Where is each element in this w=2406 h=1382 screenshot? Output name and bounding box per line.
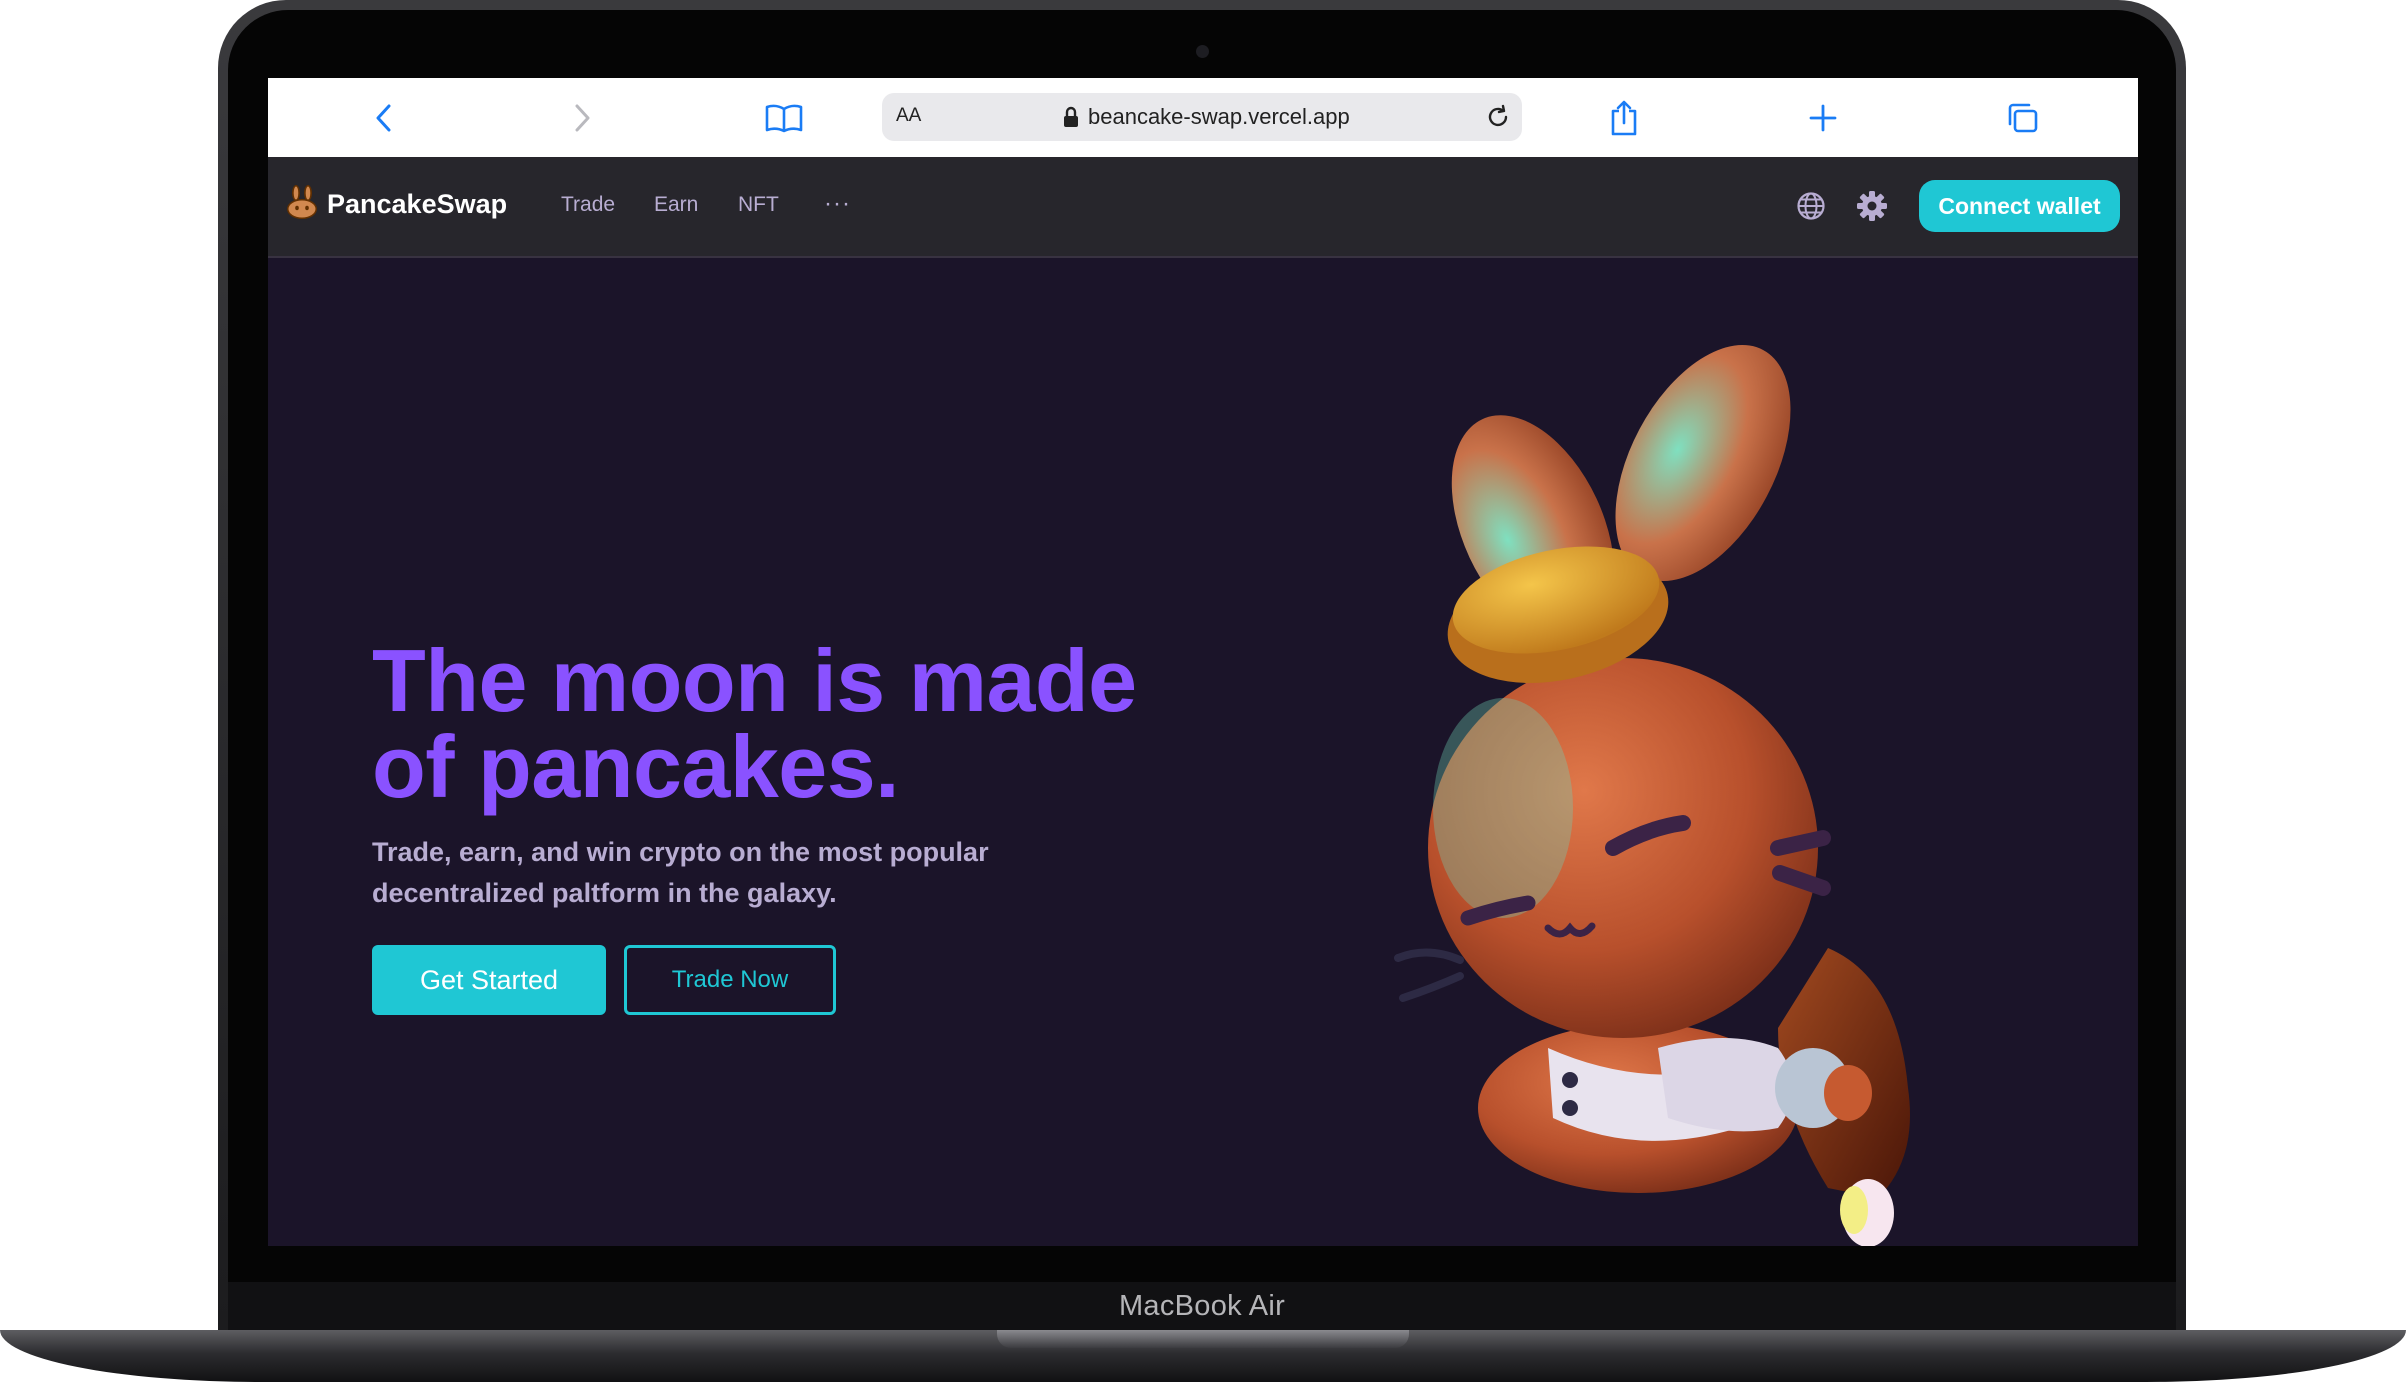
new-tab-icon[interactable] [1801, 97, 1845, 139]
nav-item-earn[interactable]: Earn [654, 193, 698, 217]
hero-title: The moon is made of pancakes. [372, 631, 1137, 816]
more-menu-button[interactable]: ··· [824, 190, 851, 218]
hero-subtitle: Trade, earn, and win crypto on the most … [372, 837, 989, 908]
share-icon[interactable] [1602, 97, 1646, 139]
reload-icon[interactable] [1484, 103, 1512, 136]
trade-now-button[interactable]: Trade Now [624, 945, 836, 1015]
settings-icon[interactable] [1856, 190, 1888, 227]
laptop-chin: MacBook Air [228, 1282, 2176, 1332]
get-started-button[interactable]: Get Started [372, 945, 606, 1015]
bunny-rocket-illustration [1394, 345, 1910, 1246]
nav-item-trade[interactable]: Trade [561, 193, 615, 217]
browser-toolbar: AA beancake-swap.vercel.app [268, 78, 2138, 157]
nav-item-nft[interactable]: NFT [738, 193, 779, 217]
globe-icon[interactable] [1796, 191, 1826, 226]
logo-text[interactable]: PancakeSwap [327, 189, 507, 220]
url-text[interactable]: beancake-swap.vercel.app [1088, 104, 1350, 130]
device-label: MacBook Air [1118, 1290, 1286, 1322]
lock-icon [1063, 106, 1079, 133]
bookmarks-icon[interactable] [762, 97, 806, 139]
camera-icon [1196, 45, 1209, 58]
screen: AA beancake-swap.vercel.app PancakeSwap … [268, 78, 2138, 1246]
site-nav: PancakeSwap Trade Earn NFT ··· Connect w… [268, 157, 2138, 258]
bunny-logo-icon[interactable] [285, 184, 319, 225]
connect-wallet-button[interactable]: Connect wallet [1919, 180, 2120, 232]
laptop-notch [997, 1330, 1409, 1348]
url-bar[interactable]: AA beancake-swap.vercel.app [882, 93, 1522, 141]
forward-icon[interactable] [560, 97, 604, 139]
back-icon[interactable] [362, 97, 406, 139]
tabs-icon[interactable] [2001, 97, 2045, 139]
reader-button[interactable]: AA [896, 105, 921, 127]
